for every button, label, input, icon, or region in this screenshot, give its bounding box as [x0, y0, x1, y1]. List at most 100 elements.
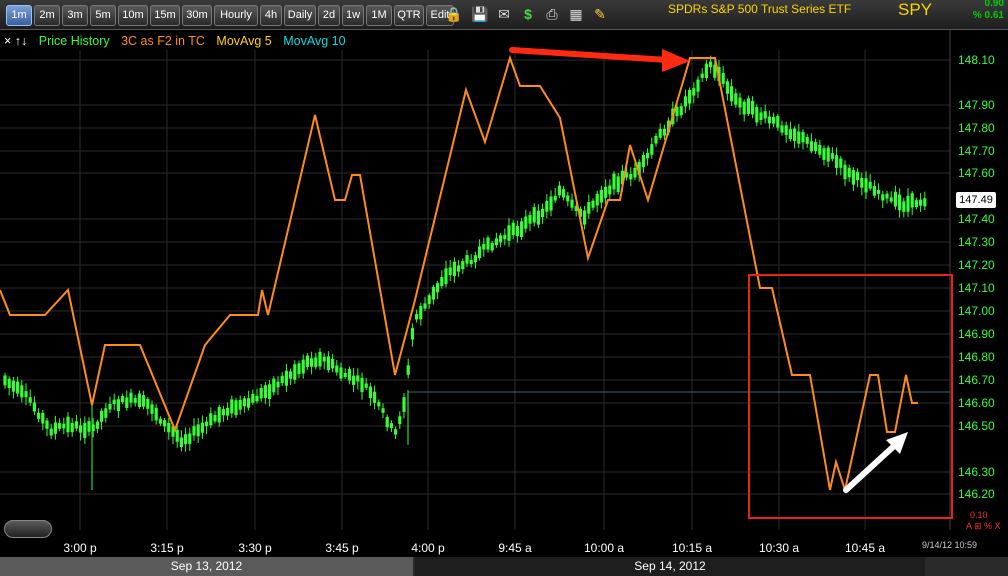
candle-body	[473, 255, 477, 263]
price-axis-label: 147.30	[958, 235, 995, 249]
candle-body	[226, 407, 230, 416]
candle-body	[280, 375, 284, 384]
time-axis-label: 3:15 p	[150, 541, 184, 555]
candle-body	[24, 391, 28, 398]
legend-3c-indicator[interactable]: 3C as F2 in TC	[121, 34, 205, 48]
candle-body	[797, 131, 801, 144]
candle-body	[822, 148, 826, 160]
candle-body	[725, 81, 729, 94]
candle-body	[872, 186, 876, 196]
price-axis-label: 147.10	[958, 281, 995, 295]
candle-body	[604, 186, 608, 198]
candle-body	[889, 197, 893, 202]
candle-body	[692, 88, 696, 96]
candle-body	[843, 164, 847, 180]
candle-body	[322, 356, 326, 362]
candle-body	[562, 189, 566, 198]
candle-body	[70, 422, 74, 433]
price-axis-label: 147.40	[958, 212, 995, 226]
legend-price-history[interactable]: Price History	[39, 34, 110, 48]
candle-body	[209, 413, 213, 426]
candle-body	[142, 395, 146, 407]
candle-body	[780, 125, 784, 133]
legend-movavg-10[interactable]: MovAvg 10	[283, 34, 345, 48]
candle-body	[28, 397, 32, 403]
time-axis-label: 9:45 a	[498, 541, 532, 555]
candle-body	[314, 357, 318, 367]
candle-body	[146, 399, 150, 409]
candle-body	[289, 371, 293, 379]
candle-body	[95, 421, 99, 429]
candle-body	[268, 384, 272, 399]
candle-body	[112, 399, 116, 405]
candle-body	[465, 255, 469, 264]
candle-body	[213, 414, 217, 422]
candle-body	[633, 167, 637, 178]
legend-movavg-5[interactable]: MovAvg 5	[216, 34, 271, 48]
candle-body	[448, 267, 452, 276]
candle-body	[255, 395, 259, 402]
candle-body	[553, 195, 557, 201]
candle-body	[877, 189, 881, 194]
candle-body	[49, 428, 53, 436]
candle-body	[406, 365, 410, 375]
scroll-handle[interactable]	[4, 520, 52, 538]
candle-body	[11, 380, 15, 392]
candle-body	[230, 399, 234, 414]
candle-body	[788, 129, 792, 139]
candle-body	[709, 61, 713, 68]
time-axis-label: 10:00 a	[584, 541, 624, 555]
candle-body	[389, 423, 393, 429]
price-axis-label: 147.70	[958, 144, 995, 158]
candle-body	[179, 437, 183, 448]
price-chart[interactable]: 148.10 147.90 147.80 147.70 147.60 147.40 147.…	[0, 0, 1008, 557]
candle-body	[121, 396, 125, 403]
candle-body	[910, 193, 914, 208]
price-axis-label: 146.60	[958, 396, 995, 410]
candle-body	[318, 351, 322, 367]
candle-body	[595, 193, 599, 206]
candle-body	[436, 282, 440, 293]
candle-body	[461, 261, 465, 270]
candle-body	[919, 199, 923, 206]
candle-body	[251, 393, 255, 403]
candle-body	[704, 63, 708, 78]
candle-body	[368, 386, 372, 399]
candle-body	[490, 242, 494, 251]
candle-body	[452, 261, 456, 277]
candle-body	[440, 276, 444, 287]
candle-body	[914, 200, 918, 208]
candle-body	[654, 135, 658, 144]
candle-body	[53, 422, 57, 434]
price-axis-label: 147.80	[958, 121, 995, 135]
candle-body	[431, 286, 435, 300]
candle-body	[150, 404, 154, 414]
candle-body	[247, 398, 251, 408]
candle-body	[45, 420, 49, 429]
price-axis-label: 146.20	[958, 487, 995, 501]
candle-body	[482, 243, 486, 250]
candle-body	[108, 404, 112, 410]
candle-body	[398, 416, 402, 424]
candle-body	[335, 365, 339, 373]
candle-body	[347, 369, 351, 381]
candle-body	[419, 305, 423, 320]
candle-body	[696, 79, 700, 92]
chart-legend: × ↑↓ Price History 3C as F2 in TC MovAvg…	[4, 34, 354, 48]
candle-body	[662, 128, 666, 136]
price-axis-label: 148.10	[958, 53, 995, 67]
candle-body	[377, 402, 381, 407]
candle-body	[196, 424, 200, 437]
candle-body	[364, 383, 368, 388]
candle-body	[394, 429, 398, 435]
candle-body	[856, 171, 860, 180]
candle-body	[175, 429, 179, 442]
time-axis-label: 10:15 a	[672, 541, 712, 555]
candle-body	[41, 412, 45, 424]
candle-body	[402, 397, 406, 412]
candle-body	[898, 194, 902, 211]
candle-body	[32, 402, 36, 412]
candle-body	[410, 328, 414, 340]
indicator-controls[interactable]: A ⊞ % X	[966, 521, 1001, 532]
legend-arrows-icon[interactable]: × ↑↓	[4, 34, 27, 48]
